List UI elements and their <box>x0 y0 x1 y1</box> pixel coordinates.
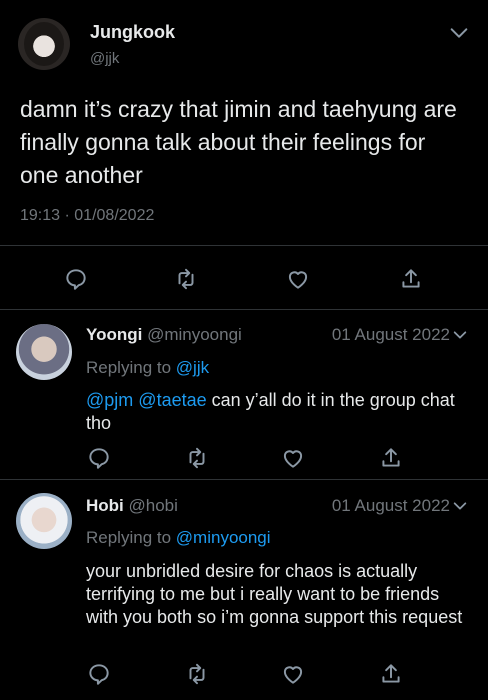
main-actions <box>0 266 488 296</box>
like-icon[interactable] <box>280 445 306 471</box>
replying-to-handle[interactable]: @jjk <box>176 358 209 377</box>
share-icon[interactable] <box>398 266 424 292</box>
reply-author-handle: @hobi <box>128 496 178 515</box>
author-name[interactable]: Jungkook <box>90 22 175 43</box>
timestamp-separator: · <box>64 207 70 224</box>
replying-to: Replying to @minyoongi <box>86 528 271 548</box>
like-icon[interactable] <box>285 266 311 292</box>
share-icon[interactable] <box>378 445 404 471</box>
tweet-date: 01/08/2022 <box>74 207 155 224</box>
avatar[interactable] <box>16 493 72 549</box>
reply-actions <box>0 445 488 475</box>
reply-icon[interactable] <box>86 661 112 687</box>
reply-tweet[interactable]: Yoongi @minyoongi 01 August 2022 Replyin… <box>0 309 488 479</box>
like-icon[interactable] <box>280 661 306 687</box>
chevron-down-icon[interactable] <box>448 22 470 44</box>
avatar[interactable] <box>18 18 70 70</box>
retweet-icon[interactable] <box>173 266 199 292</box>
tweet-text: damn it’s crazy that jimin and taehyung … <box>20 96 457 188</box>
reply-date: 01 August 2022 <box>331 325 450 344</box>
replying-to-label: Replying to <box>86 528 172 547</box>
reply-text: @pjm @taetae can y’all do it in the grou… <box>86 389 476 435</box>
author-handle[interactable]: @jjk <box>90 50 119 67</box>
replying-to: Replying to @jjk <box>86 358 209 378</box>
reply-date: 01 August 2022 <box>331 496 450 515</box>
share-icon[interactable] <box>378 661 404 687</box>
chevron-down-icon[interactable] <box>452 498 468 514</box>
mention-link[interactable]: @taetae <box>138 390 206 410</box>
replying-to-label: Replying to <box>86 358 172 377</box>
divider <box>0 245 488 246</box>
tweet-timestamp: 19:13 · 01/08/2022 <box>20 207 154 225</box>
reply-author-name: Hobi <box>86 496 124 515</box>
reply-tweet[interactable]: Hobi @hobi 01 August 2022 Replying to @m… <box>0 479 488 700</box>
reply-icon[interactable] <box>63 266 89 292</box>
retweet-icon[interactable] <box>184 445 210 471</box>
reply-author-handle: @minyoongi <box>147 325 242 344</box>
tweet-time: 19:13 <box>20 207 61 224</box>
main-tweet: Jungkook @jjk damn it’s crazy that jimin… <box>0 0 488 309</box>
reply-author[interactable]: Yoongi @minyoongi <box>86 325 242 345</box>
reply-author-name: Yoongi <box>86 325 143 344</box>
reply-icon[interactable] <box>86 445 112 471</box>
reply-text: your unbridled desire for chaos is actua… <box>86 561 463 627</box>
reply-actions <box>0 661 488 691</box>
chevron-down-icon[interactable] <box>452 327 468 343</box>
mention-link[interactable]: @pjm <box>86 390 133 410</box>
replying-to-handle[interactable]: @minyoongi <box>176 528 271 547</box>
avatar[interactable] <box>16 324 72 380</box>
reply-author[interactable]: Hobi @hobi <box>86 496 178 516</box>
retweet-icon[interactable] <box>184 661 210 687</box>
